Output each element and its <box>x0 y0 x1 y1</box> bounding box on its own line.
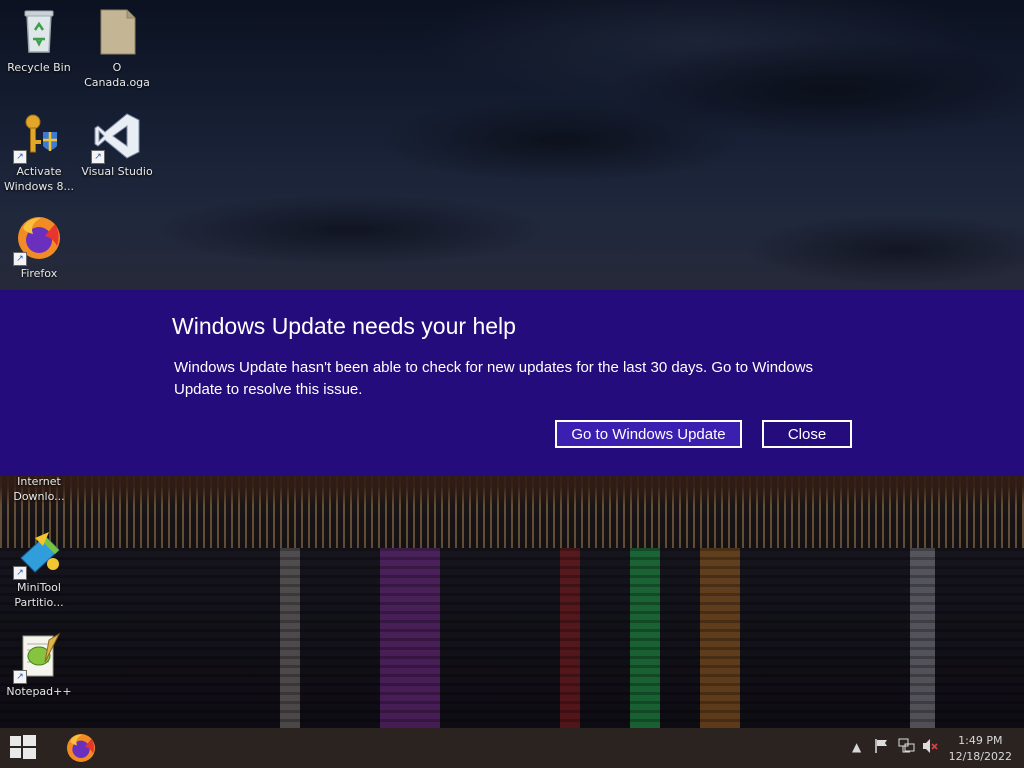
desktop-icon-label: Visual Studio <box>81 165 153 178</box>
network-icon[interactable] <box>898 738 916 757</box>
close-button[interactable]: Close <box>762 420 852 448</box>
windows-logo-icon-pane <box>10 748 21 758</box>
firefox-icon <box>67 734 95 762</box>
shortcut-arrow-icon: ↗ <box>13 670 27 684</box>
desktop-icon-label: MiniTool Partitio... <box>14 581 64 609</box>
show-hidden-icons-chevron[interactable]: ▲ <box>852 740 861 754</box>
desktop-icon-label: Activate Windows 8... <box>3 165 75 193</box>
start-button[interactable] <box>10 735 38 760</box>
clock-time: 1:49 PM <box>958 734 1003 747</box>
banner-title: Windows Update needs your help <box>172 313 516 339</box>
shortcut-arrow-icon: ↗ <box>13 566 27 580</box>
clock-date: 12/18/2022 <box>948 750 1012 763</box>
desktop-icon-label: O Canada.oga <box>84 61 150 89</box>
banner-message: Windows Update hasn't been able to check… <box>174 359 814 398</box>
desktop-icon-activate-windows[interactable]: ↗ Activate Windows 8... <box>1 112 77 194</box>
windows-logo-icon <box>10 736 21 746</box>
desktop-icon-firefox[interactable]: ↗ Firefox <box>1 214 77 281</box>
desktop-icon-minitool-partition[interactable]: ↗ MiniTool Partitio... <box>1 528 77 610</box>
desktop-icon-internet-download-manager[interactable]: Internet Downlo... <box>1 474 77 504</box>
firefox-icon: ↗ <box>13 214 63 266</box>
taskbar-firefox-button[interactable] <box>64 732 98 764</box>
shortcut-arrow-icon: ↗ <box>91 150 105 164</box>
key-shield-icon: ↗ <box>13 112 63 164</box>
volume-muted-icon[interactable] <box>922 738 940 757</box>
notepad-plus-plus-icon: ↗ <box>13 632 63 684</box>
desktop-icon-o-canada-oga[interactable]: O Canada.oga <box>79 8 155 90</box>
shortcut-arrow-icon: ↗ <box>13 150 27 164</box>
desktop-icon-recycle-bin[interactable]: Recycle Bin <box>1 8 77 75</box>
action-center-flag-icon[interactable] <box>874 738 890 757</box>
minitool-partition-icon: ↗ <box>13 528 63 580</box>
desktop-icon-visual-studio[interactable]: ↗ Visual Studio <box>79 112 155 179</box>
audio-file-icon <box>93 8 141 56</box>
go-to-windows-update-button[interactable]: Go to Windows Update <box>555 420 742 448</box>
recycle-bin-icon <box>15 8 63 56</box>
taskbar <box>0 728 1024 768</box>
desktop-icon-label: Firefox <box>20 267 58 280</box>
desktop-icon-notepad-plus-plus[interactable]: ↗ Notepad++ <box>1 632 77 699</box>
taskbar-clock[interactable]: 1:49 PM 12/18/2022 <box>949 733 1012 765</box>
desktop-icon-label: Internet Downlo... <box>13 475 65 503</box>
visual-studio-icon: ↗ <box>91 112 141 164</box>
desktop-icon-label: Notepad++ <box>6 685 72 698</box>
windows-logo-icon-pane <box>23 748 36 759</box>
shortcut-arrow-icon: ↗ <box>13 252 27 266</box>
desktop-icon-label: Recycle Bin <box>7 61 71 74</box>
windows-logo-icon-pane <box>23 735 36 746</box>
